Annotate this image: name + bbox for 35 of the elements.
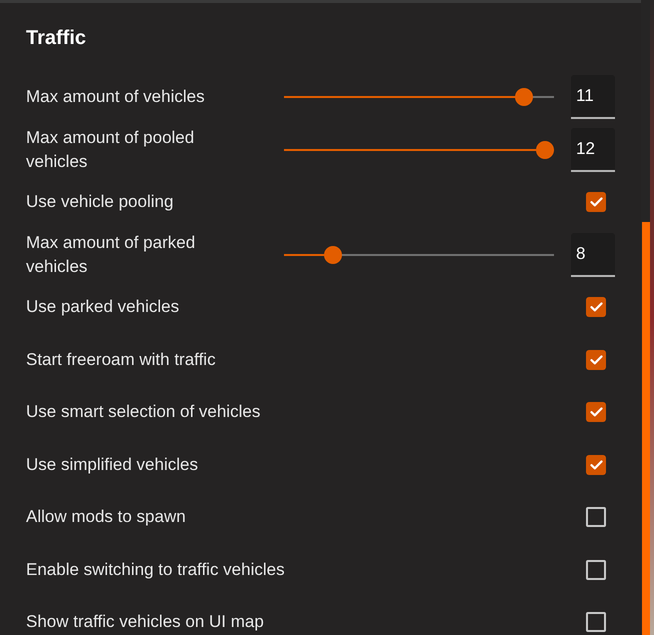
value-field[interactable]: 12 [571,128,615,172]
checkbox[interactable] [586,192,606,212]
setting-label: Allow mods to spawn [26,506,186,528]
check-icon [590,302,602,312]
setting-label: Max amount of parked vehicles [26,232,196,278]
check-icon [590,460,602,470]
setting-label: Use parked vehicles [26,296,180,318]
checkbox[interactable] [586,297,606,317]
section-title: Traffic [25,26,86,50]
check-icon [590,197,602,207]
slider-track[interactable] [284,140,554,158]
setting-label: Max amount of pooled vehicles [26,126,196,172]
checkbox[interactable] [586,560,606,580]
setting-label: Max amount of vehicles [26,86,206,108]
setting-label: Use smart selection of vehicles [26,401,260,423]
checkbox[interactable] [586,507,606,527]
setting-label: Enable switching to traffic vehicles [26,558,285,580]
checkbox[interactable] [586,454,606,474]
setting-label: Show traffic vehicles on UI map [26,611,264,633]
value-field[interactable]: 8 [571,232,615,276]
checkbox[interactable] [586,350,606,370]
checkbox[interactable] [586,612,606,632]
slider-thumb[interactable] [536,140,554,158]
slider-thumb[interactable] [324,246,342,264]
slider-track[interactable] [284,246,554,264]
slider-thumb[interactable] [515,88,534,106]
check-icon [590,354,602,364]
slider-track[interactable] [284,88,554,106]
setting-label: Use vehicle pooling [26,191,174,213]
setting-label: Use simplified vehicles [26,454,198,476]
setting-label: Start freeroam with traffic [26,348,216,370]
check-icon [590,407,602,417]
value-field[interactable]: 11 [571,75,615,119]
checkbox[interactable] [586,402,606,422]
scrollbar-thumb[interactable] [642,222,650,635]
